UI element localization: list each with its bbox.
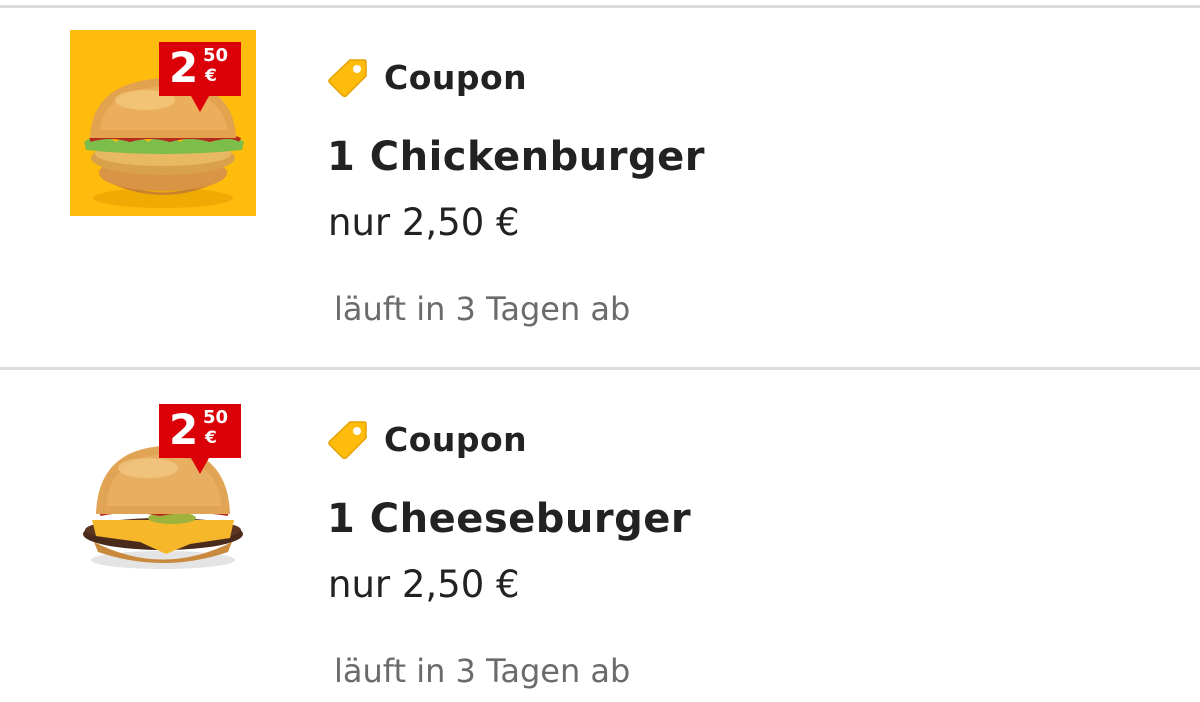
- offer-title: 1 Cheeseburger: [327, 496, 692, 542]
- coupon-label: Coupon: [384, 57, 528, 97]
- coupon-tag-icon: [328, 57, 368, 97]
- price-badge: 2 50 €: [159, 42, 241, 116]
- offer-expiry: läuft in 3 Tagen ab: [334, 652, 631, 690]
- badge-euros: 2: [169, 405, 199, 454]
- coupon-label: Coupon: [384, 419, 528, 459]
- coupon-type-row: Coupon: [328, 52, 527, 102]
- badge-cents: 50: [203, 407, 229, 428]
- badge-currency: €: [205, 428, 217, 448]
- badge-cents: 50: [203, 45, 229, 66]
- coupon-type-row: Coupon: [328, 414, 527, 464]
- badge-euros: 2: [169, 43, 199, 92]
- price-badge: 2 50 €: [159, 404, 241, 478]
- badge-currency: €: [205, 66, 217, 86]
- coupon-card-chickenburger[interactable]: 2 50 € Coupon 1 Chickenburger nur 2,50 €…: [0, 8, 1200, 366]
- coupon-list: 2 50 € Coupon 1 Chickenburger nur 2,50 €…: [0, 0, 1200, 702]
- offer-price: nur 2,50 €: [328, 201, 520, 244]
- offer-price: nur 2,50 €: [328, 563, 520, 606]
- offer-title: 1 Chickenburger: [327, 134, 705, 180]
- coupon-card-cheeseburger[interactable]: 2 50 € Coupon 1 Cheeseburger nur 2,50 € …: [0, 370, 1200, 702]
- offer-expiry: läuft in 3 Tagen ab: [334, 290, 631, 328]
- coupon-tag-icon: [328, 419, 368, 459]
